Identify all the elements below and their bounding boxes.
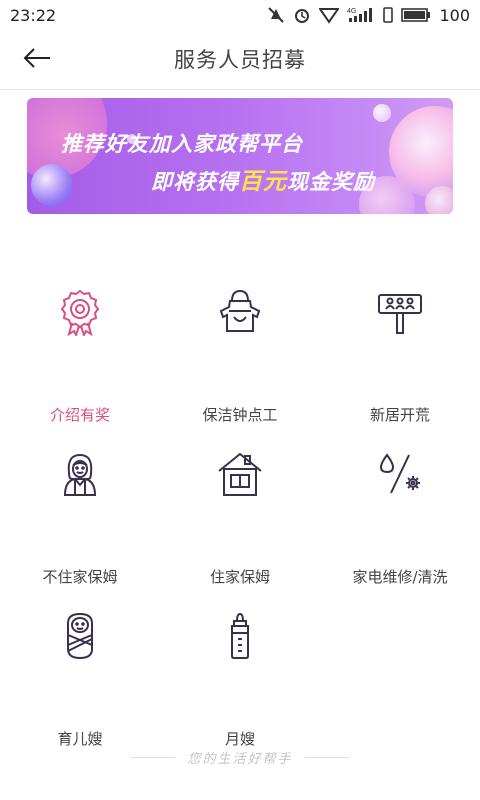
service-live-out-nanny[interactable]: 不住家保姆 <box>0 444 160 604</box>
promo-banner[interactable]: 推荐好友加入家政帮平台 即将获得百元现金奖励 <box>27 98 453 214</box>
baby-bottle-icon <box>210 606 270 666</box>
mute-icon <box>267 6 285 24</box>
service-hourly-cleaning[interactable]: 保洁钟点工 <box>160 282 320 442</box>
wifi-icon <box>319 6 340 24</box>
banner-bubble <box>425 186 453 214</box>
alarm-icon <box>293 6 311 24</box>
signal-icon: 4G <box>347 6 375 24</box>
service-appliance-repair[interactable]: 家电维修/清洗 <box>320 444 480 604</box>
service-label: 家电维修/清洗 <box>352 568 448 586</box>
network-label: 4G <box>347 8 356 15</box>
divider <box>131 756 176 758</box>
page-title: 服务人员招募 <box>174 48 306 72</box>
service-referral-reward[interactable]: 介绍有奖 <box>0 282 160 442</box>
house-icon <box>210 444 270 504</box>
banner-highlight: 百元 <box>239 169 287 195</box>
banner-subline-prefix: 即将获得 <box>151 170 239 194</box>
service-label: 介绍有奖 <box>49 406 110 424</box>
award-badge-icon <box>50 282 110 342</box>
service-label: 新居开荒 <box>369 406 430 424</box>
battery-level: 100 <box>439 5 470 25</box>
nav-bar: 服务人员招募 <box>0 30 480 90</box>
baby-icon <box>50 606 110 666</box>
apron-icon <box>210 282 270 342</box>
nanny-icon <box>50 444 110 504</box>
sim-icon <box>383 6 394 24</box>
banner-subline: 即将获得百元现金奖励 <box>151 162 375 196</box>
banner-bubble <box>373 104 391 122</box>
battery-icon <box>401 7 431 23</box>
service-childcare-nanny[interactable]: 育儿嫂 <box>0 606 160 766</box>
repair-icon <box>370 444 430 504</box>
service-label: 保洁钟点工 <box>202 406 278 424</box>
service-label: 不住家保姆 <box>42 568 118 586</box>
banner-bubble <box>31 164 73 206</box>
divider <box>304 756 349 758</box>
status-time: 23:22 <box>10 5 57 25</box>
service-maternity-nanny[interactable]: 月嫂 <box>160 606 320 766</box>
service-label: 住家保姆 <box>209 568 270 586</box>
service-live-in-nanny[interactable]: 住家保姆 <box>160 444 320 604</box>
signboard-icon <box>370 282 430 342</box>
footer-slogan: 您的生活好帮手 <box>0 746 480 768</box>
banner-headline: 推荐好友加入家政帮平台 <box>61 132 303 156</box>
status-icons: 4G 100 <box>267 6 470 25</box>
status-bar: 23:22 4G 100 <box>0 0 480 30</box>
slogan-text: 您的生活好帮手 <box>187 751 293 767</box>
banner-subline-suffix: 现金奖励 <box>287 170 375 194</box>
service-new-home-cleaning[interactable]: 新居开荒 <box>320 282 480 442</box>
